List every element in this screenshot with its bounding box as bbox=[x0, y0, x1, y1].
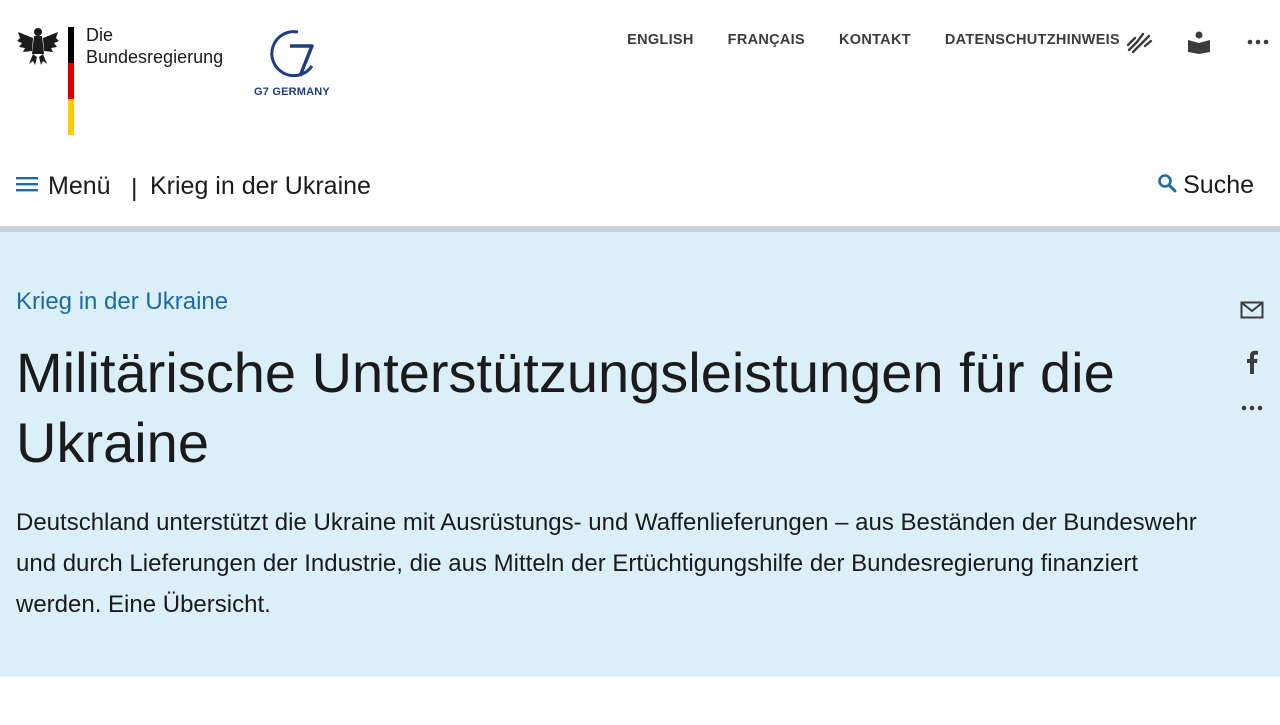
menu-button[interactable]: Menü bbox=[16, 172, 111, 201]
nav-francais[interactable]: FRANÇAIS bbox=[728, 32, 805, 48]
site-header: Die Bundesregierung G7 GERMANY ENGLISH F… bbox=[0, 0, 1280, 150]
article-kicker-link[interactable]: Krieg in der Ukraine bbox=[16, 288, 228, 316]
breadcrumb-divider: | bbox=[131, 174, 138, 202]
share-more-icon[interactable] bbox=[1238, 394, 1266, 422]
german-flag-bar bbox=[68, 27, 74, 135]
meta-navigation: ENGLISH FRANÇAIS KONTAKT DATENSCHUTZHINW… bbox=[627, 32, 1120, 48]
facebook-icon[interactable] bbox=[1238, 348, 1266, 376]
nav-datenschutz[interactable]: DATENSCHUTZHINWEIS bbox=[945, 32, 1120, 48]
g7-mark-icon bbox=[270, 30, 314, 78]
brand-line-2: Bundesregierung bbox=[86, 47, 224, 67]
search-icon bbox=[1157, 173, 1177, 198]
section-title-link[interactable]: Krieg in der Ukraine bbox=[150, 172, 371, 201]
nav-kontakt[interactable]: KONTAKT bbox=[839, 32, 911, 48]
more-icon[interactable] bbox=[1243, 28, 1273, 56]
search-label: Suche bbox=[1183, 171, 1254, 199]
mail-icon[interactable] bbox=[1238, 296, 1266, 324]
federal-eagle-icon[interactable] bbox=[16, 24, 60, 68]
search-button[interactable]: Suche bbox=[1157, 171, 1254, 200]
hamburger-icon bbox=[16, 176, 38, 197]
easy-language-icon[interactable] bbox=[1184, 28, 1214, 56]
nav-english[interactable]: ENGLISH bbox=[627, 32, 694, 48]
main-navigation-bar: Menü | Krieg in der Ukraine Suche bbox=[0, 158, 1280, 226]
brand-line-1: Die bbox=[86, 25, 114, 45]
g7-caption: G7 GERMANY bbox=[254, 86, 330, 98]
menu-label: Menü bbox=[48, 172, 111, 200]
page-title: Militärische Unterstützungsleistungen fü… bbox=[16, 341, 1115, 474]
article-lead: Deutschland unterstützt die Ukraine mit … bbox=[16, 509, 1197, 618]
sign-language-icon[interactable] bbox=[1124, 28, 1154, 56]
article-hero: Krieg in der Ukraine Militärische Unters… bbox=[0, 232, 1280, 677]
brand-logo-text[interactable]: Die Bundesregierung bbox=[86, 24, 223, 68]
g7-logo[interactable]: G7 GERMANY bbox=[254, 26, 338, 104]
